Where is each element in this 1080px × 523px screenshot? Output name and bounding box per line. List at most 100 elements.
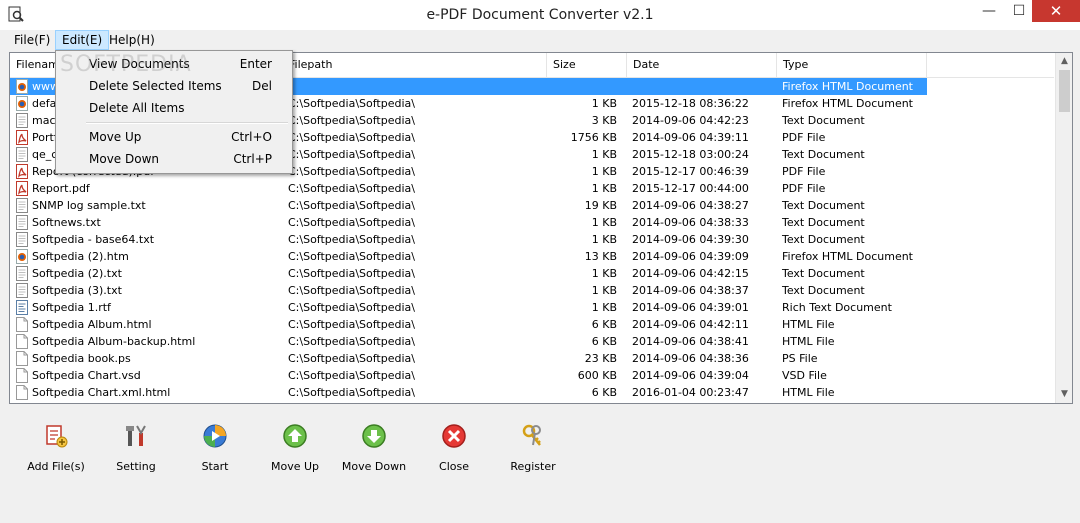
filename-cell: Softpedia (2).htm — [32, 250, 129, 263]
start-button[interactable]: Start — [180, 423, 250, 483]
date-cell: 2014-09-06 04:39:09 — [632, 250, 749, 263]
text-file-icon — [16, 113, 28, 128]
date-cell: 2014-09-06 04:38:41 — [632, 335, 749, 348]
date-cell: 2014-09-06 04:39:01 — [632, 301, 749, 314]
size-cell: 1 KB — [591, 301, 617, 314]
column-header-date[interactable]: Date — [627, 53, 777, 77]
title-bar: e-PDF Document Converter v2.1 — ☐ ✕ — [0, 0, 1080, 30]
date-cell: 2014-09-06 04:39:04 — [632, 369, 749, 382]
type-cell: Firefox HTML Document — [782, 97, 913, 110]
size-cell: 23 KB — [584, 352, 617, 365]
column-header-size[interactable]: Size — [547, 53, 627, 77]
type-cell: PS File — [782, 352, 818, 365]
menu-item-delete-all[interactable]: Delete All Items — [56, 97, 292, 119]
table-row[interactable]: Softpedia book.ps C:\Softpedia\Softpedia\… — [10, 350, 1054, 367]
pdf-file-icon — [16, 164, 28, 179]
table-row[interactable]: Softpedia (2).txt C:\Softpedia\Softpedia\… — [10, 265, 1054, 282]
filename-cell: Softpedia Chart.vsd — [32, 369, 141, 382]
add-files-button[interactable]: Add File(s) — [21, 423, 91, 483]
filepath-cell: C:\Softpedia\Softpedia\ — [288, 301, 415, 314]
date-cell: 2015-12-17 00:44:00 — [632, 182, 749, 195]
menu-item-move-down[interactable]: Move Down Ctrl+P — [56, 148, 292, 170]
menu-item-shortcut: Ctrl+O — [231, 130, 272, 144]
size-cell: 19 KB — [584, 199, 617, 212]
table-row[interactable]: Softpedia Album-backup.html C:\Softpedia\… — [10, 333, 1054, 350]
menu-item-shortcut: Enter — [239, 57, 272, 71]
type-cell: Rich Text Document — [782, 301, 892, 314]
scroll-down-arrow-icon[interactable]: ▼ — [1056, 386, 1072, 403]
move-up-button[interactable]: Move Up — [260, 423, 330, 483]
table-row[interactable]: Softpedia Chart.xml.html C:\Softpedia\Sof… — [10, 384, 1054, 401]
table-row[interactable]: Softpedia (3).txt C:\Softpedia\Softpedia\… — [10, 282, 1054, 299]
close-icon — [442, 424, 466, 448]
table-row[interactable]: Softnews.txt C:\Softpedia\Softpedia\ 1 KB 2… — [10, 214, 1054, 231]
size-cell: 6 KB — [591, 318, 617, 331]
column-header-filepath[interactable]: Filepath — [283, 53, 547, 77]
type-cell: HTML File — [782, 335, 835, 348]
filename-cell: Softpedia book.ps — [32, 352, 131, 365]
date-cell: 2014-09-06 04:39:11 — [632, 131, 749, 144]
date-cell: 2014-09-06 04:38:37 — [632, 284, 749, 297]
table-row[interactable]: Report.pdf C:\Softpedia\Softpedia\ 1 KB 201… — [10, 180, 1054, 197]
date-cell: 2014-09-06 04:42:23 — [632, 114, 749, 127]
date-cell: 2015-12-18 08:36:22 — [632, 97, 749, 110]
filename-cell: Softpedia 1.rtf — [32, 301, 111, 314]
filename-cell: Softpedia Album-backup.html — [32, 335, 196, 348]
register-label: Register — [510, 460, 556, 473]
bottom-toolbar: Add File(s) Setting Start Move Up Move D… — [0, 405, 1080, 523]
menu-file[interactable]: File(F) — [8, 31, 56, 49]
table-row[interactable]: Softpedia 1.rtf C:\Softpedia\Softpedia\ 1 … — [10, 299, 1054, 316]
date-cell: 2015-12-18 03:00:24 — [632, 148, 749, 161]
date-cell: 2014-09-06 04:38:33 — [632, 216, 749, 229]
type-cell: PDF File — [782, 182, 826, 195]
type-cell: Text Document — [782, 148, 865, 161]
table-row[interactable]: SNMP log sample.txt C:\Softpedia\Softpedi… — [10, 197, 1054, 214]
scroll-thumb[interactable] — [1059, 70, 1070, 112]
table-row[interactable]: Softpedia Album.html C:\Softpedia\Softped… — [10, 316, 1054, 333]
type-cell: PDF File — [782, 165, 826, 178]
close-button[interactable]: Close — [419, 423, 489, 483]
filename-cell: Report.pdf — [32, 182, 90, 195]
table-row[interactable]: Softpedia Chart.vsd C:\Softpedia\Softpedi… — [10, 367, 1054, 384]
close-window-button[interactable]: ✕ — [1032, 0, 1080, 22]
size-cell: 1 KB — [591, 97, 617, 110]
close-label: Close — [439, 460, 469, 473]
maximize-button[interactable]: ☐ — [1004, 0, 1034, 22]
menu-item-delete-selected[interactable]: Delete Selected Items Del — [56, 75, 292, 97]
firefox-file-icon — [16, 249, 28, 264]
date-cell: 2015-12-17 00:46:39 — [632, 165, 749, 178]
size-cell: 1 KB — [591, 148, 617, 161]
menu-item-shortcut: Ctrl+P — [233, 152, 272, 166]
size-cell: 1 KB — [591, 233, 617, 246]
size-cell — [547, 78, 627, 95]
setting-button[interactable]: Setting — [101, 423, 171, 483]
add-file-icon — [46, 425, 68, 448]
type-cell: Firefox HTML Document — [782, 250, 913, 263]
date-cell: 2014-09-06 04:38:36 — [632, 352, 749, 365]
filepath-cell — [283, 78, 547, 95]
vertical-scrollbar[interactable]: ▲ ▼ — [1055, 53, 1072, 403]
date-cell: 2014-09-06 04:38:27 — [632, 199, 749, 212]
menu-item-move-up[interactable]: Move Up Ctrl+O — [56, 126, 292, 148]
column-header-type[interactable]: Type — [777, 53, 927, 77]
register-button[interactable]: Register — [498, 423, 568, 483]
scroll-up-arrow-icon[interactable]: ▲ — [1056, 53, 1072, 70]
menu-item-label: Delete Selected Items — [89, 79, 222, 93]
table-row[interactable]: Softpedia (2).htm C:\Softpedia\Softpedia\… — [10, 248, 1054, 265]
type-cell: Text Document — [782, 114, 865, 127]
filepath-cell: C:\Softpedia\Softpedia\ — [288, 352, 415, 365]
filename-cell: Softpedia (3).txt — [32, 284, 122, 297]
date-cell: 2014-09-06 04:42:15 — [632, 267, 749, 280]
menu-item-shortcut: Del — [252, 79, 272, 93]
type-cell: VSD File — [782, 369, 827, 382]
menu-edit[interactable]: Edit(E) — [55, 30, 110, 50]
menu-help[interactable]: Help(H) — [103, 31, 161, 49]
size-cell: 1 KB — [591, 216, 617, 229]
table-row[interactable]: Softpedia - base64.txt C:\Softpedia\Softp… — [10, 231, 1054, 248]
minimize-button[interactable]: — — [974, 0, 1004, 22]
move-down-button[interactable]: Move Down — [339, 423, 409, 483]
pdf-file-icon — [16, 130, 28, 145]
filepath-cell: C:\Softpedia\Softpedia\ — [288, 131, 415, 144]
filepath-cell: C:\Softpedia\Softpedia\ — [288, 199, 415, 212]
arrow-up-icon — [283, 424, 307, 448]
